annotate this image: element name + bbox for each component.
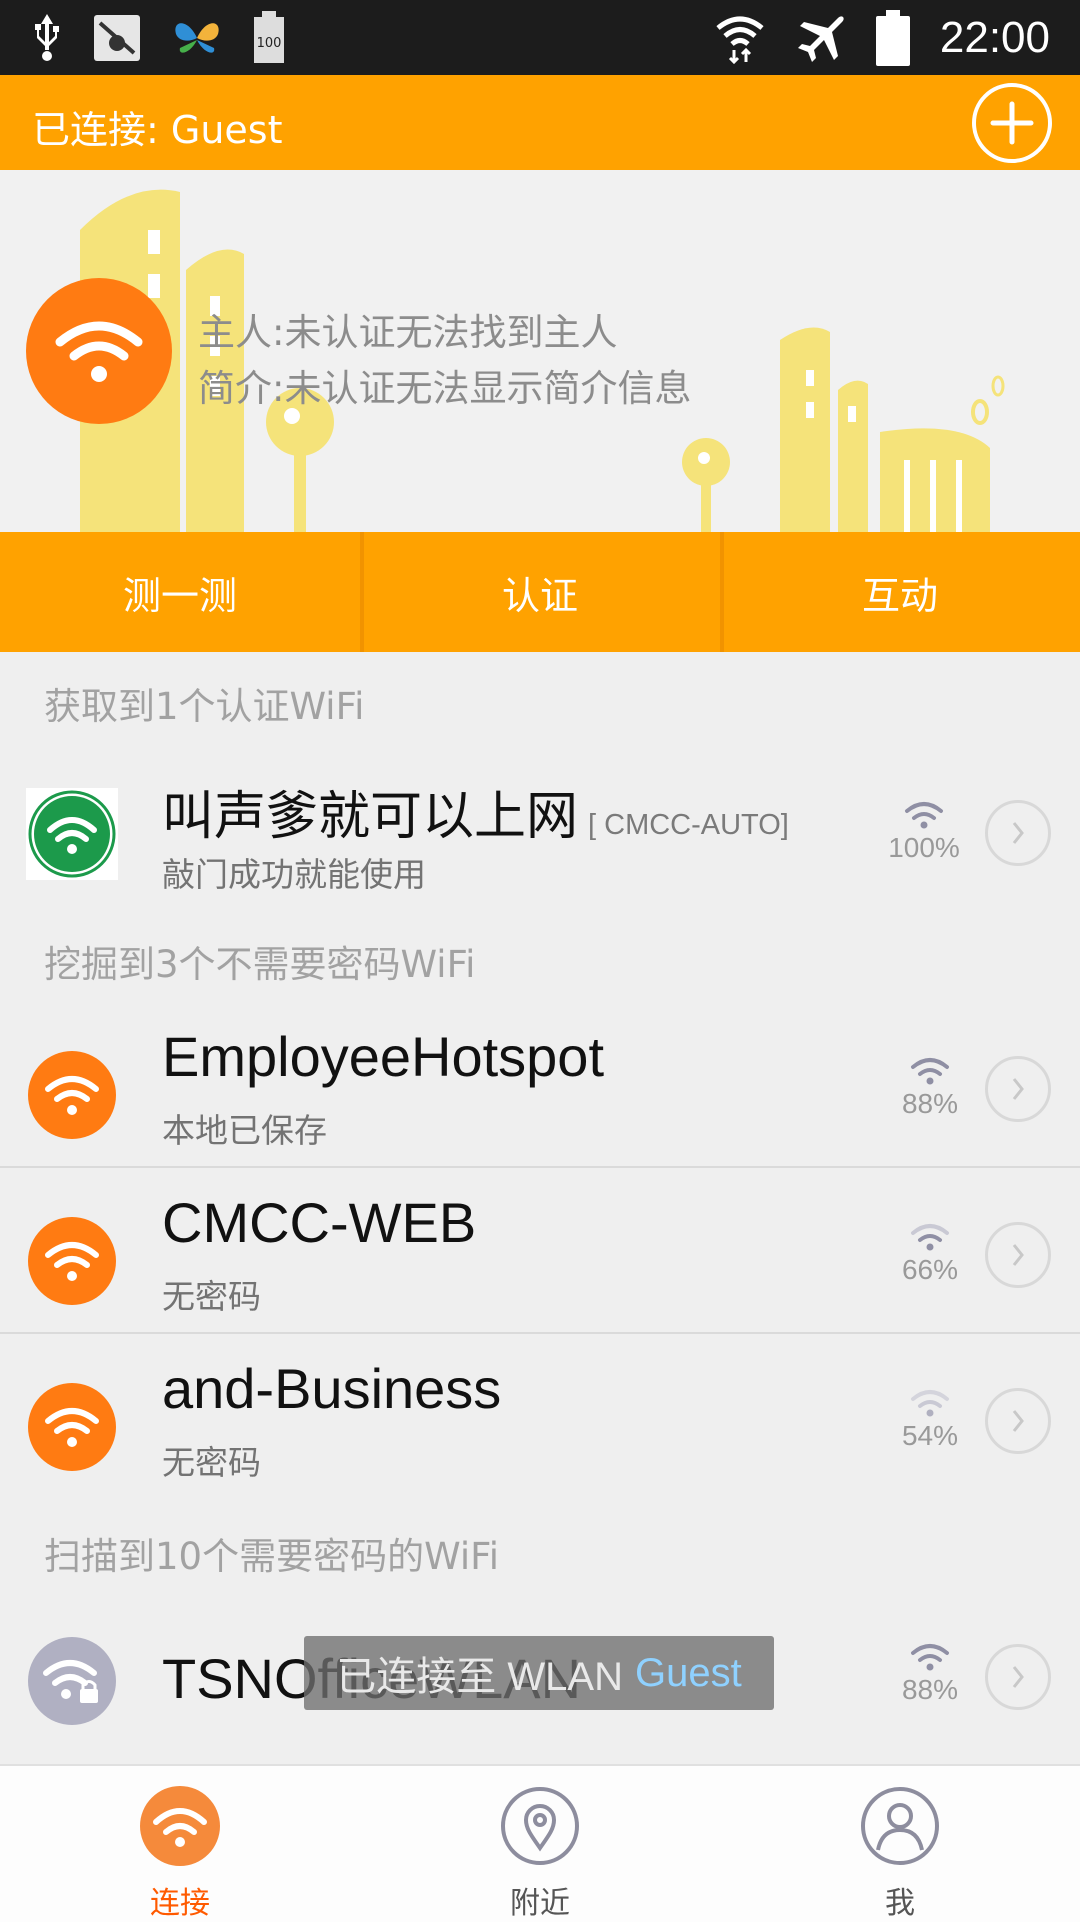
network-subtitle: 无密码	[162, 1443, 261, 1482]
network-banner: 主人:未认证无法找到主人 简介:未认证无法显示简介信息	[0, 170, 1080, 532]
network-detail-button[interactable]	[985, 800, 1051, 866]
network-row[interactable]: EmployeeHotspot 本地已保存 88%	[0, 1004, 1080, 1168]
nav-tab-connect[interactable]: 连接	[60, 1766, 300, 1922]
wifi-icon	[28, 1051, 116, 1139]
current-network-wifi-icon	[26, 278, 172, 424]
row-divider	[0, 1332, 1080, 1334]
speed-test-button[interactable]: 测一测	[0, 532, 360, 652]
bottom-navigation: 连接 附近 我	[0, 1764, 1080, 1922]
network-subtitle: 无密码	[162, 1277, 261, 1316]
connection-toast: 已连接至 WLAN Guest	[304, 1636, 774, 1710]
signal-percent: 100%	[888, 832, 960, 863]
certified-wifi-logo-icon	[26, 788, 118, 880]
locked-wifi-icon	[28, 1637, 116, 1725]
title-bar: 已连接: Guest	[0, 75, 1080, 170]
nav-label: 连接	[150, 1886, 210, 1921]
plus-circle-icon	[987, 98, 1037, 148]
nav-label: 附近	[510, 1886, 570, 1921]
signal-strength: 100%	[884, 800, 964, 864]
wifi-icon	[28, 1383, 116, 1471]
chevron-right-icon	[1012, 1078, 1024, 1100]
battery-full-badge-icon: 100	[252, 10, 286, 65]
signal-strength: 54%	[890, 1388, 970, 1452]
user-profile-icon	[860, 1786, 940, 1866]
signal-bars-icon	[905, 802, 943, 829]
battery-badge-text: 100	[257, 36, 282, 51]
section-header-certified: 获取到1个认证WiFi	[44, 685, 365, 728]
airplane-mode-icon	[794, 12, 846, 64]
chevron-right-icon	[1012, 1410, 1024, 1432]
network-name: EmployeeHotspot	[162, 1025, 605, 1088]
network-tag: [ CMCC-AUTO]	[588, 809, 789, 841]
interact-button[interactable]: 互动	[720, 532, 1080, 652]
network-name: and-Business	[162, 1357, 502, 1420]
debug-icon	[92, 13, 142, 63]
network-name: CMCC-WEB	[162, 1191, 477, 1254]
nav-label: 我	[885, 1886, 915, 1921]
nav-tab-nearby[interactable]: 附近	[420, 1766, 660, 1922]
action-tabs: 测一测 认证 互动	[0, 532, 1080, 652]
toast-text: 已连接至 WLAN	[336, 1655, 623, 1699]
certify-button[interactable]: 认证	[360, 532, 720, 652]
signal-bars-icon	[911, 1058, 949, 1085]
signal-strength: 88%	[890, 1642, 970, 1706]
location-pin-icon	[500, 1786, 580, 1866]
clock-time: 22:00	[939, 13, 1050, 62]
network-name: 叫声爹就可以上网	[162, 788, 579, 846]
toast-network-name: Guest	[634, 1650, 742, 1695]
row-divider	[0, 1166, 1080, 1168]
network-row-certified[interactable]: 叫声爹就可以上网 [ CMCC-AUTO] 敲门成功就能使用 100%	[0, 748, 1080, 912]
signal-strength: 88%	[890, 1056, 970, 1120]
battery-icon	[874, 10, 912, 66]
network-row[interactable]: and-Business 无密码 54%	[0, 1336, 1080, 1500]
signal-bars-icon	[911, 1390, 949, 1417]
intro-info: 简介:未认证无法显示简介信息	[198, 367, 692, 410]
signal-percent: 54%	[901, 1420, 959, 1451]
chevron-right-icon	[1012, 1244, 1024, 1266]
network-subtitle: 本地已保存	[162, 1111, 327, 1150]
owner-info: 主人:未认证无法找到主人	[198, 311, 618, 354]
network-detail-button[interactable]	[985, 1056, 1051, 1122]
butterfly-app-icon	[170, 16, 224, 60]
signal-bars-icon	[911, 1644, 949, 1671]
add-button[interactable]	[972, 83, 1052, 163]
network-row[interactable]: CMCC-WEB 无密码 66%	[0, 1170, 1080, 1334]
signal-percent: 66%	[901, 1254, 959, 1285]
wifi-icon	[28, 1217, 116, 1305]
wifi-signal-icon	[714, 12, 766, 64]
usb-icon	[30, 12, 64, 64]
network-detail-button[interactable]	[985, 1388, 1051, 1454]
network-detail-button[interactable]	[985, 1644, 1051, 1710]
signal-bars-icon	[911, 1224, 949, 1251]
signal-percent: 88%	[901, 1088, 959, 1119]
signal-percent: 88%	[901, 1674, 959, 1705]
network-subtitle: 敲门成功就能使用	[162, 855, 426, 894]
connection-status-title: 已连接: Guest	[32, 108, 283, 152]
section-header-open: 挖掘到3个不需要密码WiFi	[44, 943, 476, 986]
network-detail-button[interactable]	[985, 1222, 1051, 1288]
status-bar: 100 22:00	[0, 0, 1080, 75]
chevron-right-icon	[1012, 1666, 1024, 1688]
nav-tab-me[interactable]: 我	[780, 1766, 1020, 1922]
signal-strength: 66%	[890, 1222, 970, 1286]
wifi-icon	[140, 1786, 220, 1866]
chevron-right-icon	[1012, 822, 1024, 844]
section-header-secured: 扫描到10个需要密码的WiFi	[44, 1535, 500, 1578]
